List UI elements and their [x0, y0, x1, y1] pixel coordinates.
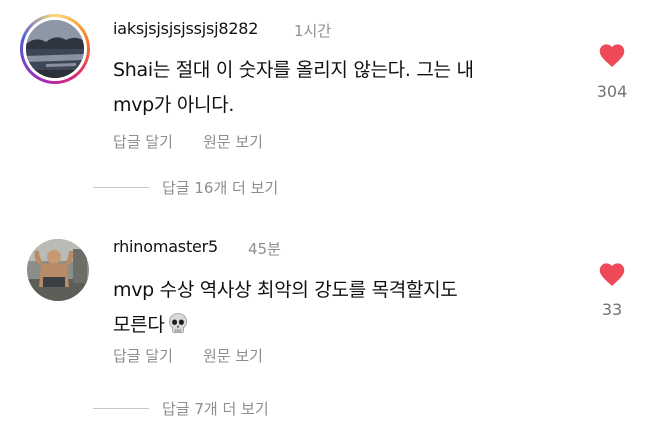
replies-divider: [93, 187, 149, 188]
comment-timestamp: 45분: [248, 240, 281, 258]
comment-text-line-1: mvp 수상 역사상 최악의 강도를 목격할지도: [113, 279, 458, 301]
replies-divider: [93, 408, 149, 409]
lake-landscape-avatar[interactable]: [26, 20, 84, 78]
heart-icon[interactable]: [597, 41, 627, 68]
view-replies-button[interactable]: 답글 7개 더 보기: [162, 398, 269, 419]
comment-text: 모른다: [113, 314, 165, 336]
comments-panel: iaksjsjsjsjssjsj8282 1시간 Shai는 절대 이 숫자를 …: [0, 0, 660, 436]
person-flexing-avatar[interactable]: [27, 239, 89, 301]
comment-timestamp: 1시간: [294, 22, 332, 40]
skull-icon: [167, 312, 189, 339]
reply-button[interactable]: 답글 달기: [113, 345, 173, 366]
see-translation-button[interactable]: 원문 보기: [203, 345, 263, 366]
comment-text-line-2: 모른다: [113, 310, 189, 339]
comment-text-line-2: mvp가 아니다.: [113, 94, 235, 116]
like-count: 33: [601, 300, 623, 319]
like-count: 304: [596, 82, 628, 101]
comment-text-line-1: Shai는 절대 이 숫자를 올리지 않는다. 그는 내: [113, 59, 474, 81]
see-translation-button[interactable]: 원문 보기: [203, 131, 263, 152]
reply-button[interactable]: 답글 달기: [113, 131, 173, 152]
comment-username[interactable]: iaksjsjsjsjssjsj8282: [113, 19, 258, 38]
heart-icon[interactable]: [597, 260, 627, 287]
comment-username[interactable]: rhinomaster5: [113, 237, 218, 256]
view-replies-button[interactable]: 답글 16개 더 보기: [162, 177, 278, 198]
